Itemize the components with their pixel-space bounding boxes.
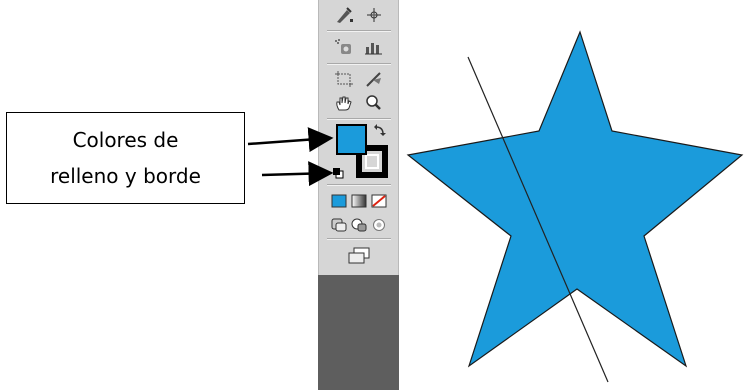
tools-panel-body: [318, 0, 399, 275]
tool-row-2: [329, 36, 389, 58]
toolbar-separator: [327, 30, 391, 32]
tools-panel: [318, 0, 399, 390]
draw-inside-icon[interactable]: [369, 215, 389, 235]
tool-row-modes: [329, 190, 389, 212]
none-mode-icon[interactable]: [369, 191, 389, 211]
slice-icon[interactable]: [362, 69, 386, 89]
callout-box: Colores de relleno y borde: [6, 112, 245, 204]
color-mode-icon[interactable]: [329, 191, 349, 211]
swap-colors-icon[interactable]: [373, 124, 387, 138]
callout-line-2: relleno y borde: [50, 164, 201, 188]
gradient-mode-icon[interactable]: [349, 191, 369, 211]
fill-swatch[interactable]: [336, 124, 367, 155]
hand-icon[interactable]: [332, 93, 356, 113]
symbol-sprayer-icon[interactable]: [332, 37, 356, 57]
toolbar-separator: [327, 238, 391, 240]
toolbar-separator: [327, 184, 391, 186]
artboard-icon[interactable]: [332, 69, 356, 89]
tool-row-4: [329, 92, 389, 114]
graph-icon[interactable]: [362, 37, 386, 57]
pen-icon[interactable]: [332, 5, 356, 25]
tool-row-draw: [329, 214, 389, 236]
tool-row-3: [329, 68, 389, 90]
tool-row-1: [329, 4, 389, 26]
toolbar-separator: [327, 118, 391, 120]
draw-behind-icon[interactable]: [349, 215, 369, 235]
screen-mode-icon[interactable]: [345, 246, 373, 266]
draw-normal-icon[interactable]: [329, 215, 349, 235]
toolbar-separator: [327, 63, 391, 65]
artboard-canvas: [406, 30, 744, 383]
zoom-icon[interactable]: [362, 93, 386, 113]
transform-icon[interactable]: [362, 5, 386, 25]
default-colors-icon[interactable]: [332, 166, 344, 179]
callout-line-1: Colores de: [72, 128, 179, 152]
star-shape[interactable]: [406, 30, 744, 368]
